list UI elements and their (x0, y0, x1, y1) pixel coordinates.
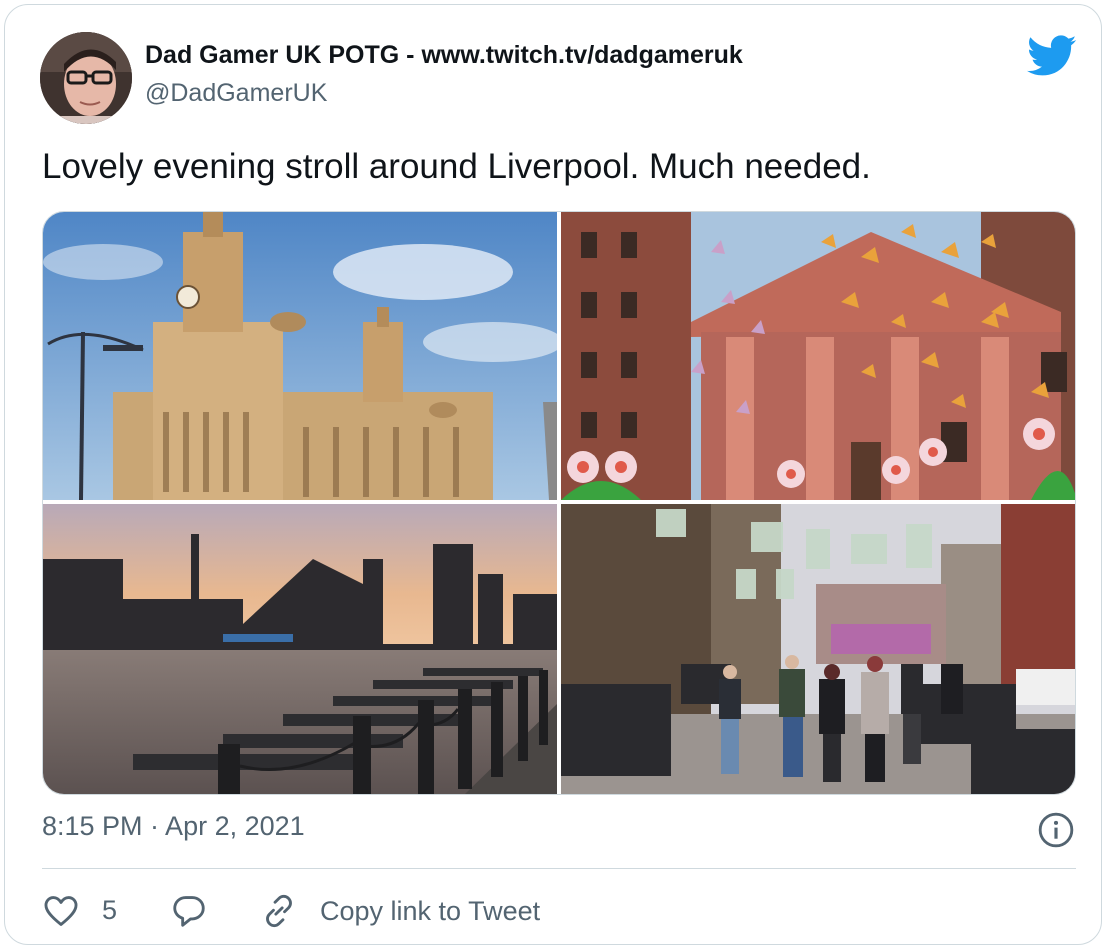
link-icon (266, 894, 292, 928)
media-grid (42, 211, 1076, 795)
author-handle[interactable]: @DadGamerUK (145, 79, 327, 108)
copy-link-button[interactable]: Copy link to Tweet (260, 889, 540, 933)
tweet-card: Dad Gamer UK POTG - www.twitch.tv/dadgam… (4, 4, 1102, 945)
photo-royal-liver-building[interactable] (43, 212, 557, 500)
info-icon[interactable] (1037, 811, 1075, 849)
twitter-bird-icon[interactable] (1027, 35, 1077, 77)
author-display-name[interactable]: Dad Gamer UK POTG - www.twitch.tv/dadgam… (145, 41, 743, 70)
photo-street-with-hanging-clothes[interactable] (561, 504, 1075, 794)
photo-butterfly-building-installation[interactable] (561, 212, 1075, 500)
like-count: 5 (102, 895, 118, 925)
tweet-text: Lovely evening stroll around Liverpool. … (42, 147, 871, 186)
heart-icon (44, 896, 78, 926)
like-button[interactable] (42, 889, 80, 933)
speech-bubble-icon (173, 896, 205, 927)
divider (42, 868, 1076, 869)
tweet-timestamp[interactable]: 8:15 PM · Apr 2, 2021 (42, 811, 305, 842)
photo-dock-sunset[interactable] (43, 504, 557, 794)
copy-link-label: Copy link to Tweet (320, 895, 541, 926)
reply-button[interactable] (170, 889, 208, 933)
avatar[interactable] (40, 32, 132, 124)
